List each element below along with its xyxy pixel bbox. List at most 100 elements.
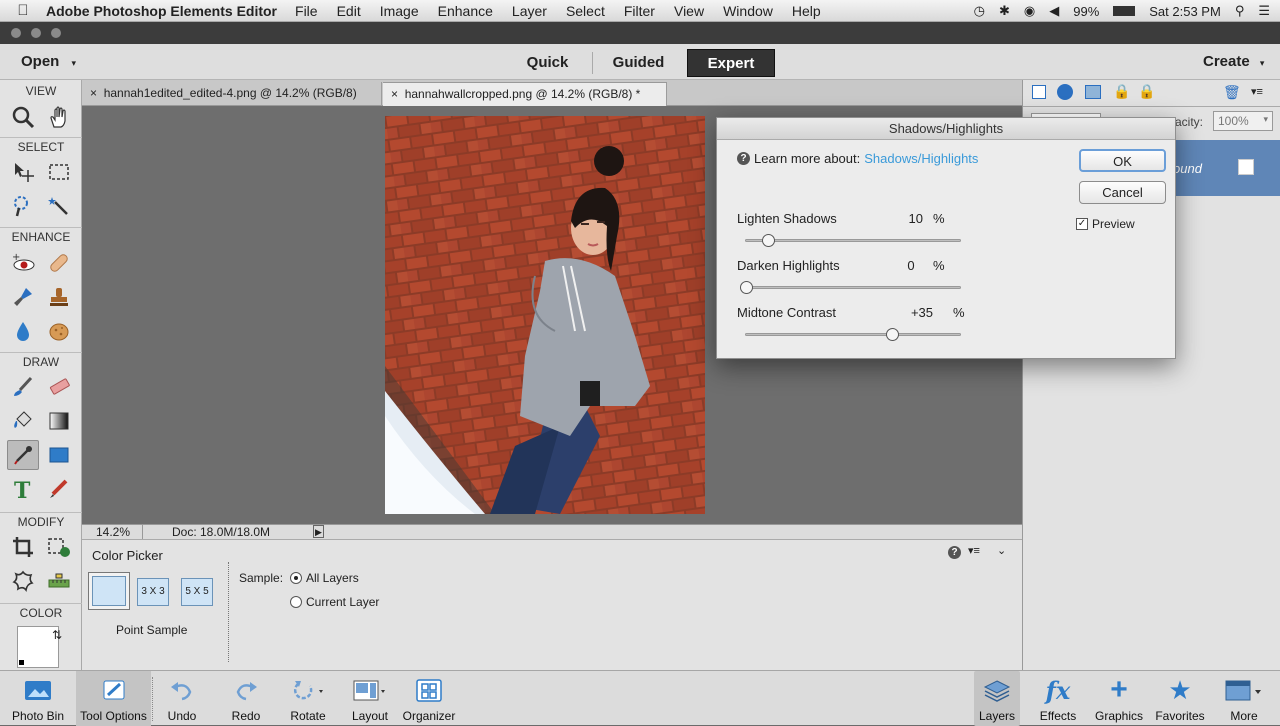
- darken-highlights-value[interactable]: 0: [887, 258, 935, 273]
- opacity-field[interactable]: 100% ▾: [1213, 111, 1273, 131]
- ok-button[interactable]: OK: [1079, 149, 1166, 172]
- crop-tool-icon[interactable]: [7, 532, 39, 562]
- recompose-tool-icon[interactable]: [43, 532, 75, 562]
- midtone-contrast-value[interactable]: +35: [887, 305, 933, 320]
- delete-layer-icon[interactable]: 🗑: [1223, 84, 1241, 101]
- mode-expert[interactable]: Expert: [687, 49, 775, 77]
- minimize-window-button[interactable]: [31, 28, 41, 38]
- photo-bin-button[interactable]: Photo Bin: [0, 671, 76, 726]
- effects-button[interactable]: fx Effects: [1032, 671, 1084, 726]
- preview-checkbox[interactable]: ✓ Preview: [1076, 217, 1135, 231]
- zoom-tool-icon[interactable]: [7, 102, 39, 132]
- clone-stamp-tool-icon[interactable]: [43, 282, 75, 312]
- lock-all-icon[interactable]: 🔒: [1113, 83, 1130, 100]
- organizer-button[interactable]: Organizer: [398, 671, 460, 726]
- bluetooth-icon[interactable]: ✱: [999, 3, 1010, 19]
- darken-highlights-track[interactable]: [740, 281, 961, 294]
- lock-transparency-icon[interactable]: 🔒: [1138, 83, 1155, 100]
- wifi-icon[interactable]: ◉: [1024, 3, 1035, 19]
- hand-tool-icon[interactable]: [43, 102, 75, 132]
- tool-options-button[interactable]: Tool Options: [76, 671, 151, 726]
- quick-selection-tool-icon[interactable]: [7, 191, 39, 221]
- cancel-button[interactable]: Cancel: [1079, 181, 1166, 204]
- mode-quick[interactable]: Quick: [505, 49, 590, 77]
- move-tool-icon[interactable]: [7, 157, 39, 187]
- undo-button[interactable]: Undo: [156, 671, 208, 726]
- volume-icon[interactable]: ◀: [1049, 3, 1059, 19]
- blur-tool-icon[interactable]: [7, 316, 39, 346]
- menu-select[interactable]: Select: [566, 3, 605, 19]
- help-icon[interactable]: ?: [737, 152, 750, 165]
- learn-more-link[interactable]: Shadows/Highlights: [864, 151, 978, 166]
- healing-brush-tool-icon[interactable]: [43, 248, 75, 278]
- lighten-shadows-thumb[interactable]: [761, 234, 775, 247]
- help-icon[interactable]: ?: [948, 546, 961, 559]
- smart-brush-tool-icon[interactable]: [7, 282, 39, 312]
- panel-menu-icon[interactable]: ▾≡: [968, 544, 980, 557]
- zoom-level[interactable]: 14.2%: [96, 525, 130, 539]
- sample-3x3-button[interactable]: 3 X 3: [137, 578, 169, 606]
- tab-document-2[interactable]: × hannahwallcropped.png @ 14.2% (RGB/8) …: [383, 82, 667, 106]
- eyedropper-tool-icon[interactable]: [7, 440, 39, 470]
- menu-view[interactable]: View: [674, 3, 704, 19]
- gradient-tool-icon[interactable]: [43, 406, 75, 436]
- graphics-button[interactable]: + Graphics: [1090, 671, 1148, 726]
- layers-menu-icon[interactable]: ▾≡: [1251, 85, 1263, 98]
- marquee-tool-icon[interactable]: [43, 157, 75, 187]
- menu-file[interactable]: File: [295, 3, 318, 19]
- favorites-button[interactable]: ★ Favorites: [1150, 671, 1210, 726]
- paint-bucket-tool-icon[interactable]: [7, 406, 39, 436]
- menu-edit[interactable]: Edit: [337, 3, 361, 19]
- battery-percent[interactable]: 99%: [1073, 4, 1099, 19]
- magic-wand-tool-icon[interactable]: [43, 191, 75, 221]
- sample-5x5-button[interactable]: 5 X 5: [181, 578, 213, 606]
- new-layer-icon[interactable]: [1032, 85, 1046, 99]
- darken-highlights-thumb[interactable]: [740, 281, 753, 294]
- radio-all-layers[interactable]: All Layers: [290, 571, 359, 585]
- lighten-shadows-track[interactable]: [745, 234, 961, 247]
- brush-tool-icon[interactable]: [7, 372, 39, 402]
- red-eye-tool-icon[interactable]: +: [7, 248, 39, 278]
- menu-filter[interactable]: Filter: [624, 3, 655, 19]
- straighten-tool-icon[interactable]: [43, 566, 75, 596]
- layout-button[interactable]: Layout: [342, 671, 398, 726]
- redo-button[interactable]: Redo: [220, 671, 272, 726]
- shape-tool-icon[interactable]: [43, 440, 75, 470]
- apple-icon[interactable]: : [0, 2, 46, 19]
- notification-center-icon[interactable]: ☰: [1258, 3, 1270, 19]
- type-tool-icon[interactable]: T: [7, 474, 39, 504]
- lighten-shadows-value[interactable]: 10: [887, 211, 923, 226]
- app-name-menu[interactable]: Adobe Photoshop Elements Editor: [46, 3, 277, 19]
- status-menu-icon[interactable]: ▶: [313, 525, 324, 538]
- menu-image[interactable]: Image: [380, 3, 419, 19]
- midtone-contrast-track[interactable]: [745, 328, 961, 341]
- swap-colors-icon[interactable]: ⇅: [52, 628, 62, 642]
- clock[interactable]: Sat 2:53 PM: [1149, 4, 1221, 19]
- create-button[interactable]: Create ▾: [1203, 53, 1264, 70]
- battery-icon[interactable]: [1113, 6, 1136, 16]
- adjustment-layer-icon[interactable]: [1057, 84, 1073, 100]
- sponge-tool-icon[interactable]: [43, 316, 75, 346]
- menu-layer[interactable]: Layer: [512, 3, 547, 19]
- close-window-button[interactable]: [11, 28, 21, 38]
- more-button[interactable]: More: [1214, 671, 1274, 726]
- radio-current-layer[interactable]: Current Layer: [290, 595, 379, 609]
- photo-canvas[interactable]: [385, 116, 705, 514]
- layer-mask-icon[interactable]: [1085, 85, 1101, 99]
- pencil-tool-icon[interactable]: [43, 474, 75, 504]
- layers-button[interactable]: Layers: [974, 671, 1020, 726]
- default-colors-icon[interactable]: [18, 659, 25, 666]
- mode-guided[interactable]: Guided: [596, 49, 681, 77]
- time-machine-icon[interactable]: ◷: [974, 3, 985, 19]
- tab-close-icon[interactable]: ×: [391, 87, 398, 101]
- midtone-contrast-thumb[interactable]: [885, 328, 899, 341]
- collapse-icon[interactable]: ⌄: [997, 544, 1006, 557]
- eraser-tool-icon[interactable]: [43, 372, 75, 402]
- open-button[interactable]: Open ▾: [21, 53, 76, 70]
- menu-enhance[interactable]: Enhance: [438, 3, 493, 19]
- rotate-button[interactable]: Rotate: [280, 671, 336, 726]
- point-sample-button[interactable]: [88, 572, 130, 610]
- cookie-cutter-tool-icon[interactable]: [7, 566, 39, 596]
- spotlight-icon[interactable]: ⚲: [1235, 3, 1245, 19]
- menu-window[interactable]: Window: [723, 3, 773, 19]
